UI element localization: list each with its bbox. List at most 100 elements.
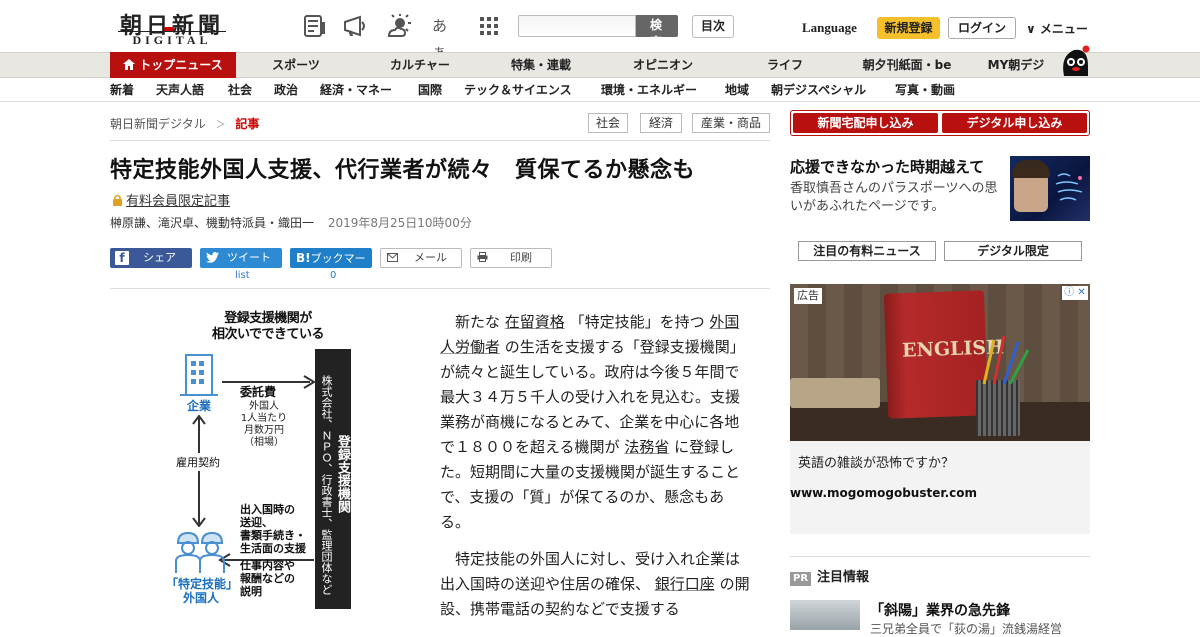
twitter-count[interactable]: list [235,270,250,281]
ad-text[interactable]: 英語の雑談が恐怖ですか？ [798,452,954,471]
lock-icon [112,194,123,210]
digital-subscribe-button[interactable]: デジタル申し込み [942,113,1087,133]
search-input[interactable] [518,15,636,37]
nav-economy[interactable]: 経済・マネー [320,78,392,103]
infographic-title-line1: 登録支援機関が [224,311,312,326]
promo-description[interactable]: 香取慎吾さんのパラスポーツへの思いがあふれたページです。 [790,180,1005,216]
worker-label-line2: 外国人 [182,591,219,605]
newspaper-subscribe-button[interactable]: 新聞宅配申し込み [793,113,938,133]
job-text-line2: 報酬などの [240,572,295,585]
arrow-right-icon [222,375,316,389]
nav-society[interactable]: 社会 [228,78,252,103]
paragraph: 新たな 在留資格 「特定技能」を持つ 外国人労働者 の生活を支援する「登録支援機… [440,310,752,535]
print-icon [477,250,488,268]
infographic-title-line2: 相次いでできている [211,327,325,342]
menu-button[interactable]: ∨ メニュー [1026,20,1088,37]
link-zairyu-shikaku[interactable]: 在留資格 [505,313,565,331]
nav-politics[interactable]: 政治 [274,78,298,103]
nav-environment[interactable]: 環境・エネルギー [601,78,697,103]
nav-newspaper[interactable]: 朝夕刊紙面・be [852,53,962,77]
publish-date: 2019年8月25日10時00分 [327,216,472,230]
nav-top-news[interactable]: トップニュース [110,52,236,78]
tag-economy[interactable]: 経済 [640,113,682,133]
nav-region[interactable]: 地域 [725,78,749,103]
tag-society[interactable]: 社会 [588,113,628,133]
weather-icon[interactable] [386,13,412,39]
ad-image[interactable]: ENGLISH [790,284,1090,441]
support-text-line2: 送迎、 [240,516,273,529]
breadcrumb-current: 記事 [235,117,260,131]
workers-icon [175,531,225,573]
print-button[interactable]: 印刷 [470,248,552,268]
ad-url[interactable]: www.mogomogobuster.com [790,486,977,500]
nav-international[interactable]: 国際 [418,78,442,103]
registered-org-sub: 株式会社、ＮＰＯ、行政書士、監理団体など [320,375,333,595]
fee-note-line3: 月数万円 [244,425,284,436]
home-icon [123,53,136,80]
grid-icon[interactable] [476,13,502,39]
tag-industry[interactable]: 産業・商品 [692,113,770,133]
twitter-icon [206,250,219,270]
text: 「特定技能」を持つ [569,313,705,331]
pr-badge: PR [790,572,812,586]
mascot-icon[interactable] [1058,42,1092,78]
promo-image[interactable] [1010,156,1090,221]
twitter-share-button[interactable]: ツイート [200,248,282,268]
worker-label: 「特定技能」 外国人 [166,577,238,605]
members-only-label[interactable]: 有料会員限定記事 [112,190,230,210]
nav-opinion[interactable]: オピニオン [616,53,710,77]
contract-label: 雇用契約 [176,453,220,471]
advertisement[interactable]: ENGLISH 広告 ⓘ ✕ 英語の雑談が恐怖ですか？ www.mogomogo… [790,284,1090,534]
ad-close-icon[interactable]: ⓘ ✕ [1062,286,1088,300]
mail-share-label: メール [414,251,447,264]
nav-life[interactable]: ライフ [740,53,830,77]
text: 新たな [455,313,501,331]
pr-article-title[interactable]: 「斜陽」業界の急先鋒 [870,600,1010,620]
font-size-icon[interactable]: あぁ [432,13,458,61]
fee-note-line1: 外国人 [249,401,279,412]
toc-button[interactable]: 目次 [692,15,734,38]
divider [110,140,770,141]
breadcrumb-home[interactable]: 朝日新聞デジタル [110,117,206,131]
site-header: 朝日新聞 DIGITAL あぁ 検 索 目次 Language 新規登録 ログイ… [0,0,1200,61]
facebook-share-button[interactable]: f シェア [110,248,192,268]
search-button[interactable]: 検 索 [636,15,678,49]
hatena-bookmark-button[interactable]: B!ブックマーク [290,248,372,285]
divider [110,288,770,289]
tab-digital-only[interactable]: デジタル限定 [944,241,1082,261]
registered-org-label: 登録支援機関 [335,435,350,513]
hatena-count[interactable]: 0 [330,270,336,281]
newspaper-icon[interactable] [302,13,328,39]
nav-tenseijingo[interactable]: 天声人語 [156,78,204,103]
nav-latest[interactable]: 新着 [110,78,134,103]
link-bank-account[interactable]: 銀行口座 [655,575,715,593]
infographic: 登録支援機関が 相次いでできている 企業 委託費 外国人 1人当たり 月数万円 … [160,305,390,615]
promo-title[interactable]: 応援できなかった時期越えて [790,156,984,177]
infographic-title: 登録支援機関が 相次いでできている [208,311,328,343]
fee-note-line2: 1人当たり [240,413,288,424]
article-body: 新たな 在留資格 「特定技能」を持つ 外国人労働者 の生活を支援する「登録支援機… [440,310,752,634]
paragraph: 特定技能の外国人に対し、受け入れ企業は出入国時の送迎や住居の確保、 銀行口座 の… [440,547,752,622]
nav-culture[interactable]: カルチャー [372,53,468,77]
nav-my-asahi[interactable]: MY朝デジ [980,53,1052,77]
mail-share-button[interactable]: メール [380,248,462,268]
register-button[interactable]: 新規登録 [877,17,940,39]
site-logo-sub: DIGITAL [118,27,226,48]
link-ministry-of-justice[interactable]: 法務省 [624,438,669,456]
nav-photo-video[interactable]: 写真・動画 [895,78,955,103]
tab-premium-news[interactable]: 注目の有料ニュース [798,241,936,261]
support-text-line1: 出入国時の [240,503,295,516]
language-link[interactable]: Language [802,20,857,36]
login-button[interactable]: ログイン [948,17,1016,39]
pr-thumbnail[interactable] [790,600,860,630]
pr-article-subtitle[interactable]: 三兄弟全員で「荻の湯」流銭湯経営 [870,620,1062,637]
nav-special[interactable]: 朝デジスペシャル [771,78,866,103]
job-text-line3: 説明 [240,585,262,598]
nav-top-news-label: トップニュース [139,58,223,72]
pr-section-title: PR 注目情報 [790,566,869,586]
megaphone-icon[interactable] [342,13,368,39]
nav-sports[interactable]: スポーツ [250,53,342,77]
nav-tech-science[interactable]: テック＆サイエンス [464,78,572,103]
building-icon [180,354,218,396]
nav-features[interactable]: 特集・連載 [494,53,588,77]
